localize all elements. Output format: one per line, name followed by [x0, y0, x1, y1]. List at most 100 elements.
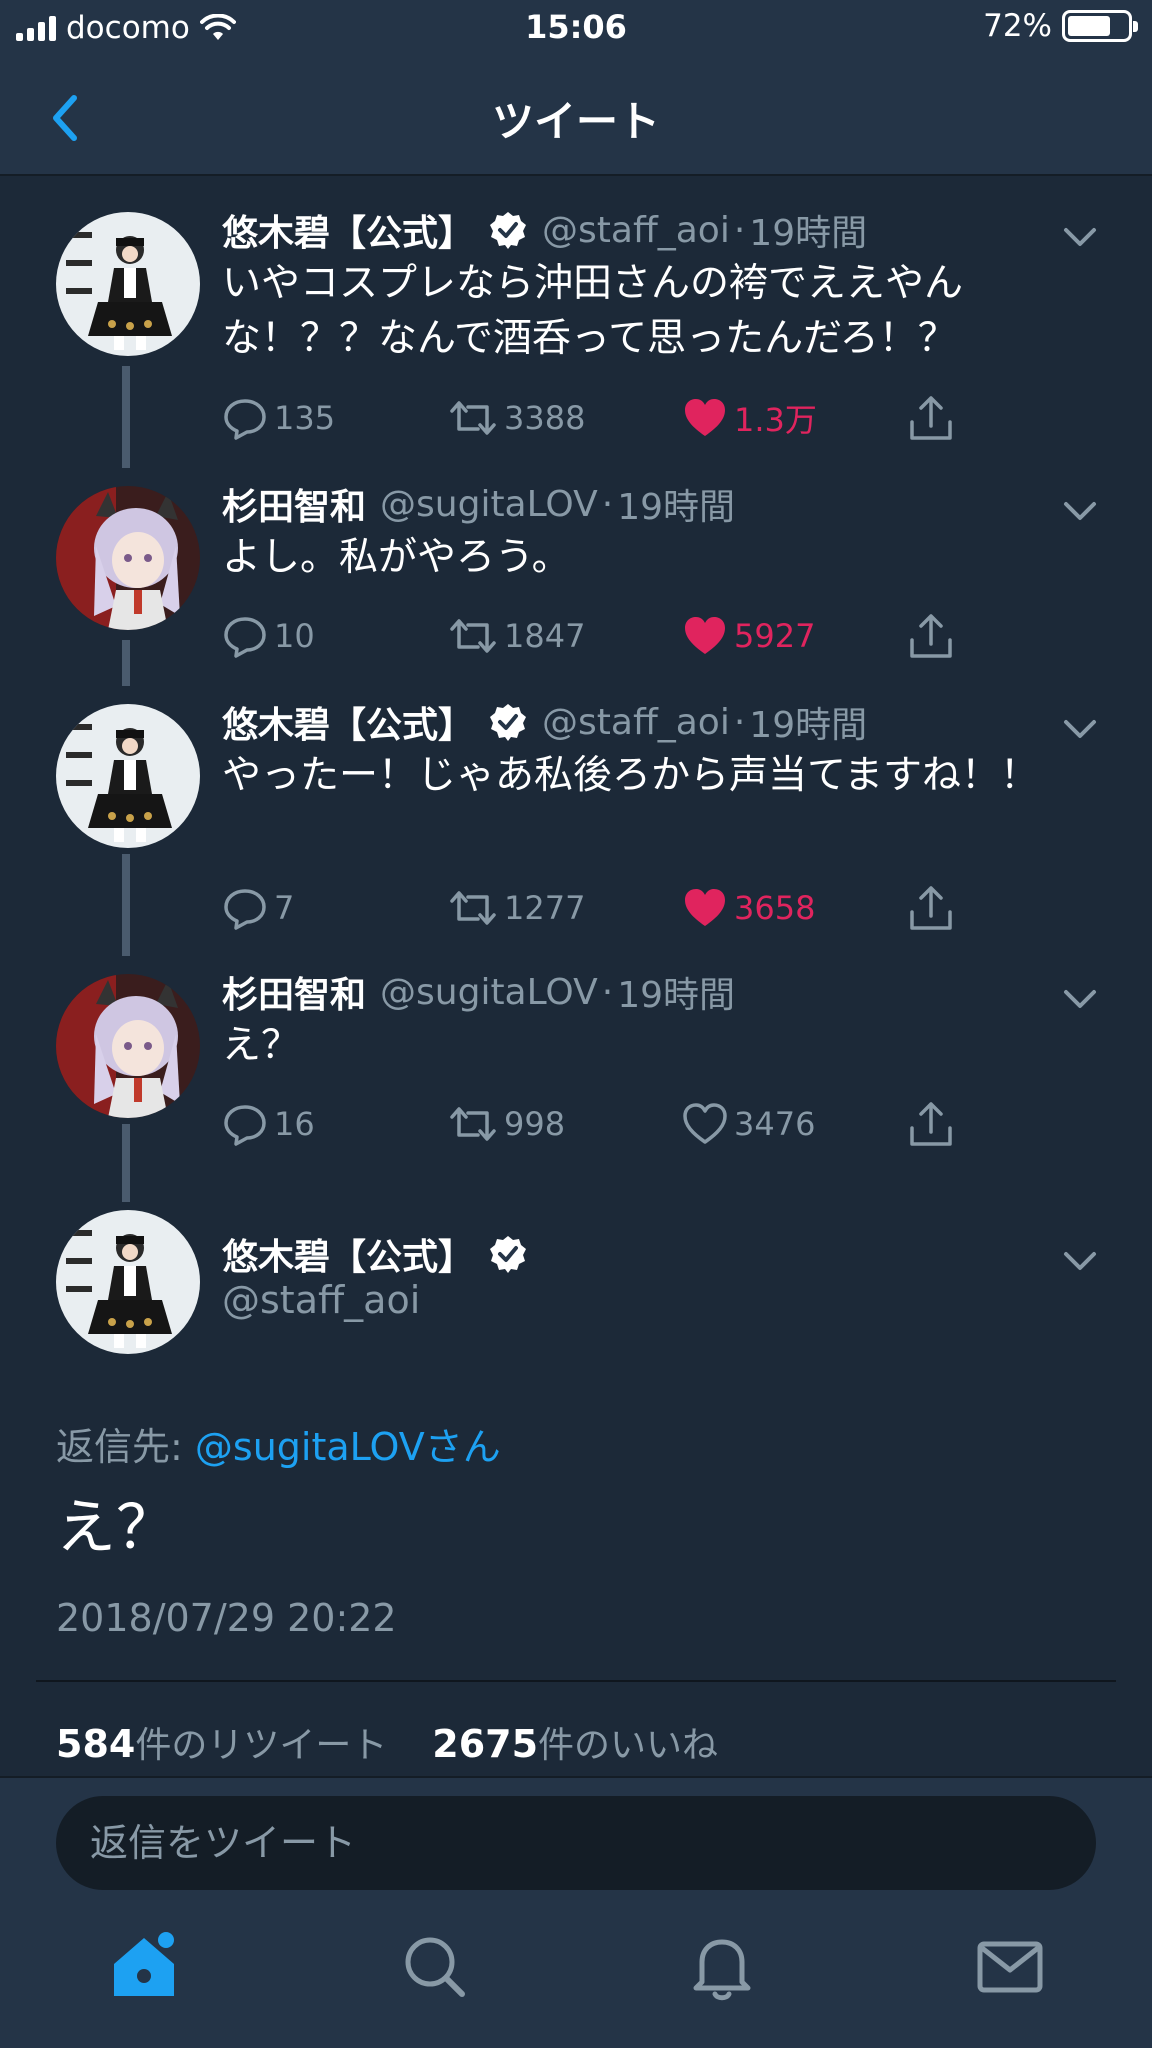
tweet-text: よし。私がやろう。 — [222, 535, 571, 580]
user-handle[interactable]: @staff_aoi — [542, 210, 730, 251]
tweet-header: 悠木碧【公式】 @staff_aoi · 19時間 — [222, 204, 867, 256]
tweet-actions: 10 1847 5927 — [222, 608, 982, 664]
like-count: 3658 — [734, 889, 816, 927]
like-button[interactable]: 3476 — [682, 1096, 815, 1152]
focused-author: 悠木碧【公式】 — [222, 1228, 528, 1280]
verified-badge-icon — [490, 704, 527, 741]
tweet-header: 杉田智和 @sugitaLOV · 19時間 — [222, 966, 735, 1018]
retweet-button[interactable]: 1277 — [448, 880, 585, 936]
relative-time: 19時間 — [749, 213, 868, 254]
tweet-detail-screen: docomo 15:06 72% ツイート 悠木碧【公式】 @staff_aoi… — [0, 0, 1152, 2048]
reply-input[interactable] — [56, 1796, 1096, 1890]
page-title: ツイート — [491, 97, 660, 146]
separator-dot: · — [733, 209, 746, 251]
tab-bar — [0, 1896, 1152, 2048]
battery-percent: 72% — [983, 8, 1052, 44]
avatar[interactable] — [56, 704, 200, 848]
tweet-header: 杉田智和 @sugitaLOV · 19時間 — [222, 478, 735, 530]
retweet-button[interactable]: 3388 — [448, 390, 585, 446]
reply-icon — [224, 889, 266, 930]
search-icon[interactable] — [394, 1926, 474, 2006]
avatar[interactable] — [56, 974, 200, 1118]
chevron-down-icon[interactable] — [1060, 498, 1100, 524]
tweet-text: やったー！じゃあ私後ろから声当てますね！！ — [222, 753, 1040, 798]
heart-filled-icon — [685, 889, 725, 926]
like-count: 3476 — [734, 1105, 816, 1143]
separator-dot: · — [733, 701, 746, 743]
retweet-button[interactable]: 1847 — [448, 608, 585, 664]
thread-connector — [122, 1124, 130, 1202]
chevron-down-icon[interactable] — [1060, 224, 1100, 250]
tweet-actions: 7 1277 3658 — [222, 880, 982, 936]
user-handle[interactable]: @staff_aoi — [542, 702, 730, 743]
retweet-count: 1277 — [504, 889, 586, 927]
reply-button[interactable]: 135 — [222, 390, 335, 446]
tweet-timestamp: 2018/07/29 20:22 — [56, 1596, 397, 1640]
divider — [36, 1680, 1116, 1682]
reply-count: 7 — [274, 889, 295, 927]
retweet-stat[interactable]: 584件のリツイート — [56, 1722, 387, 1766]
thread-connector — [122, 366, 130, 468]
reply-button[interactable]: 10 — [222, 608, 315, 664]
retweet-total: 584 — [56, 1722, 136, 1766]
like-button[interactable]: 1.3万 — [682, 390, 817, 446]
thread-connector — [122, 854, 130, 956]
heart-filled-icon — [685, 617, 725, 654]
like-count: 1.3万 — [734, 401, 817, 439]
chevron-down-icon[interactable] — [1060, 716, 1100, 742]
like-count: 5927 — [734, 617, 816, 655]
reply-to-link[interactable]: @sugitaLOVさん — [195, 1425, 501, 1469]
reply-icon — [224, 617, 266, 658]
tweet-header: 悠木碧【公式】 @staff_aoi · 19時間 — [222, 696, 867, 748]
share-icon[interactable] — [908, 390, 954, 446]
avatar[interactable] — [56, 486, 200, 630]
retweet-button[interactable]: 998 — [448, 1096, 565, 1152]
separator-dot: · — [601, 483, 614, 525]
like-button[interactable]: 5927 — [682, 608, 815, 664]
verified-badge-icon — [490, 212, 527, 249]
retweet-count: 1847 — [504, 617, 586, 655]
share-icon[interactable] — [908, 608, 954, 664]
share-icon[interactable] — [908, 1096, 954, 1152]
display-name[interactable]: 杉田智和 — [222, 478, 366, 530]
mail-icon[interactable] — [970, 1926, 1050, 2006]
engagement-stats: 584件のリツイート 2675件のいいね — [56, 1716, 718, 1768]
reply-count: 135 — [274, 399, 336, 437]
like-button[interactable]: 3658 — [682, 880, 815, 936]
bell-icon[interactable] — [682, 1926, 762, 2006]
reply-button[interactable]: 7 — [222, 880, 294, 936]
user-handle[interactable]: @staff_aoi — [222, 1278, 420, 1322]
like-stat[interactable]: 2675件のいいね — [432, 1722, 719, 1766]
avatar[interactable] — [56, 212, 200, 356]
retweet-icon — [450, 1107, 496, 1141]
share-icon[interactable] — [908, 880, 954, 936]
separator-dot: · — [601, 971, 614, 1013]
relative-time: 19時間 — [749, 705, 868, 746]
retweet-icon — [450, 891, 496, 925]
reply-to-label: 返信先: — [56, 1425, 195, 1469]
display-name[interactable]: 悠木碧【公式】 — [222, 204, 474, 256]
relative-time: 19時間 — [617, 975, 735, 1016]
display-name[interactable]: 悠木碧【公式】 — [222, 696, 474, 748]
thread-connector — [122, 640, 130, 686]
heart-outline-icon — [683, 1103, 727, 1144]
user-handle[interactable]: @sugitaLOV — [380, 484, 598, 525]
user-handle[interactable]: @sugitaLOV — [380, 972, 598, 1013]
status-bar: docomo 15:06 72% — [0, 0, 1152, 58]
reply-to-line: 返信先: @sugitaLOVさん — [56, 1416, 501, 1471]
display-name[interactable]: 悠木碧【公式】 — [222, 1228, 474, 1280]
like-stat-label: 件のいいね — [538, 1725, 719, 1766]
chevron-down-icon[interactable] — [1060, 1248, 1100, 1274]
retweet-icon — [450, 619, 496, 653]
clock: 15:06 — [525, 8, 627, 46]
retweet-count: 998 — [504, 1105, 566, 1143]
focused-tweet-text: え？ — [56, 1493, 176, 1563]
avatar[interactable] — [56, 1210, 200, 1354]
home-icon[interactable] — [104, 1926, 184, 2006]
reply-count: 10 — [274, 617, 315, 655]
reply-button[interactable]: 16 — [222, 1096, 315, 1152]
chevron-down-icon[interactable] — [1060, 986, 1100, 1012]
display-name[interactable]: 杉田智和 — [222, 966, 366, 1018]
relative-time: 19時間 — [617, 487, 735, 528]
battery-icon — [1062, 10, 1138, 42]
